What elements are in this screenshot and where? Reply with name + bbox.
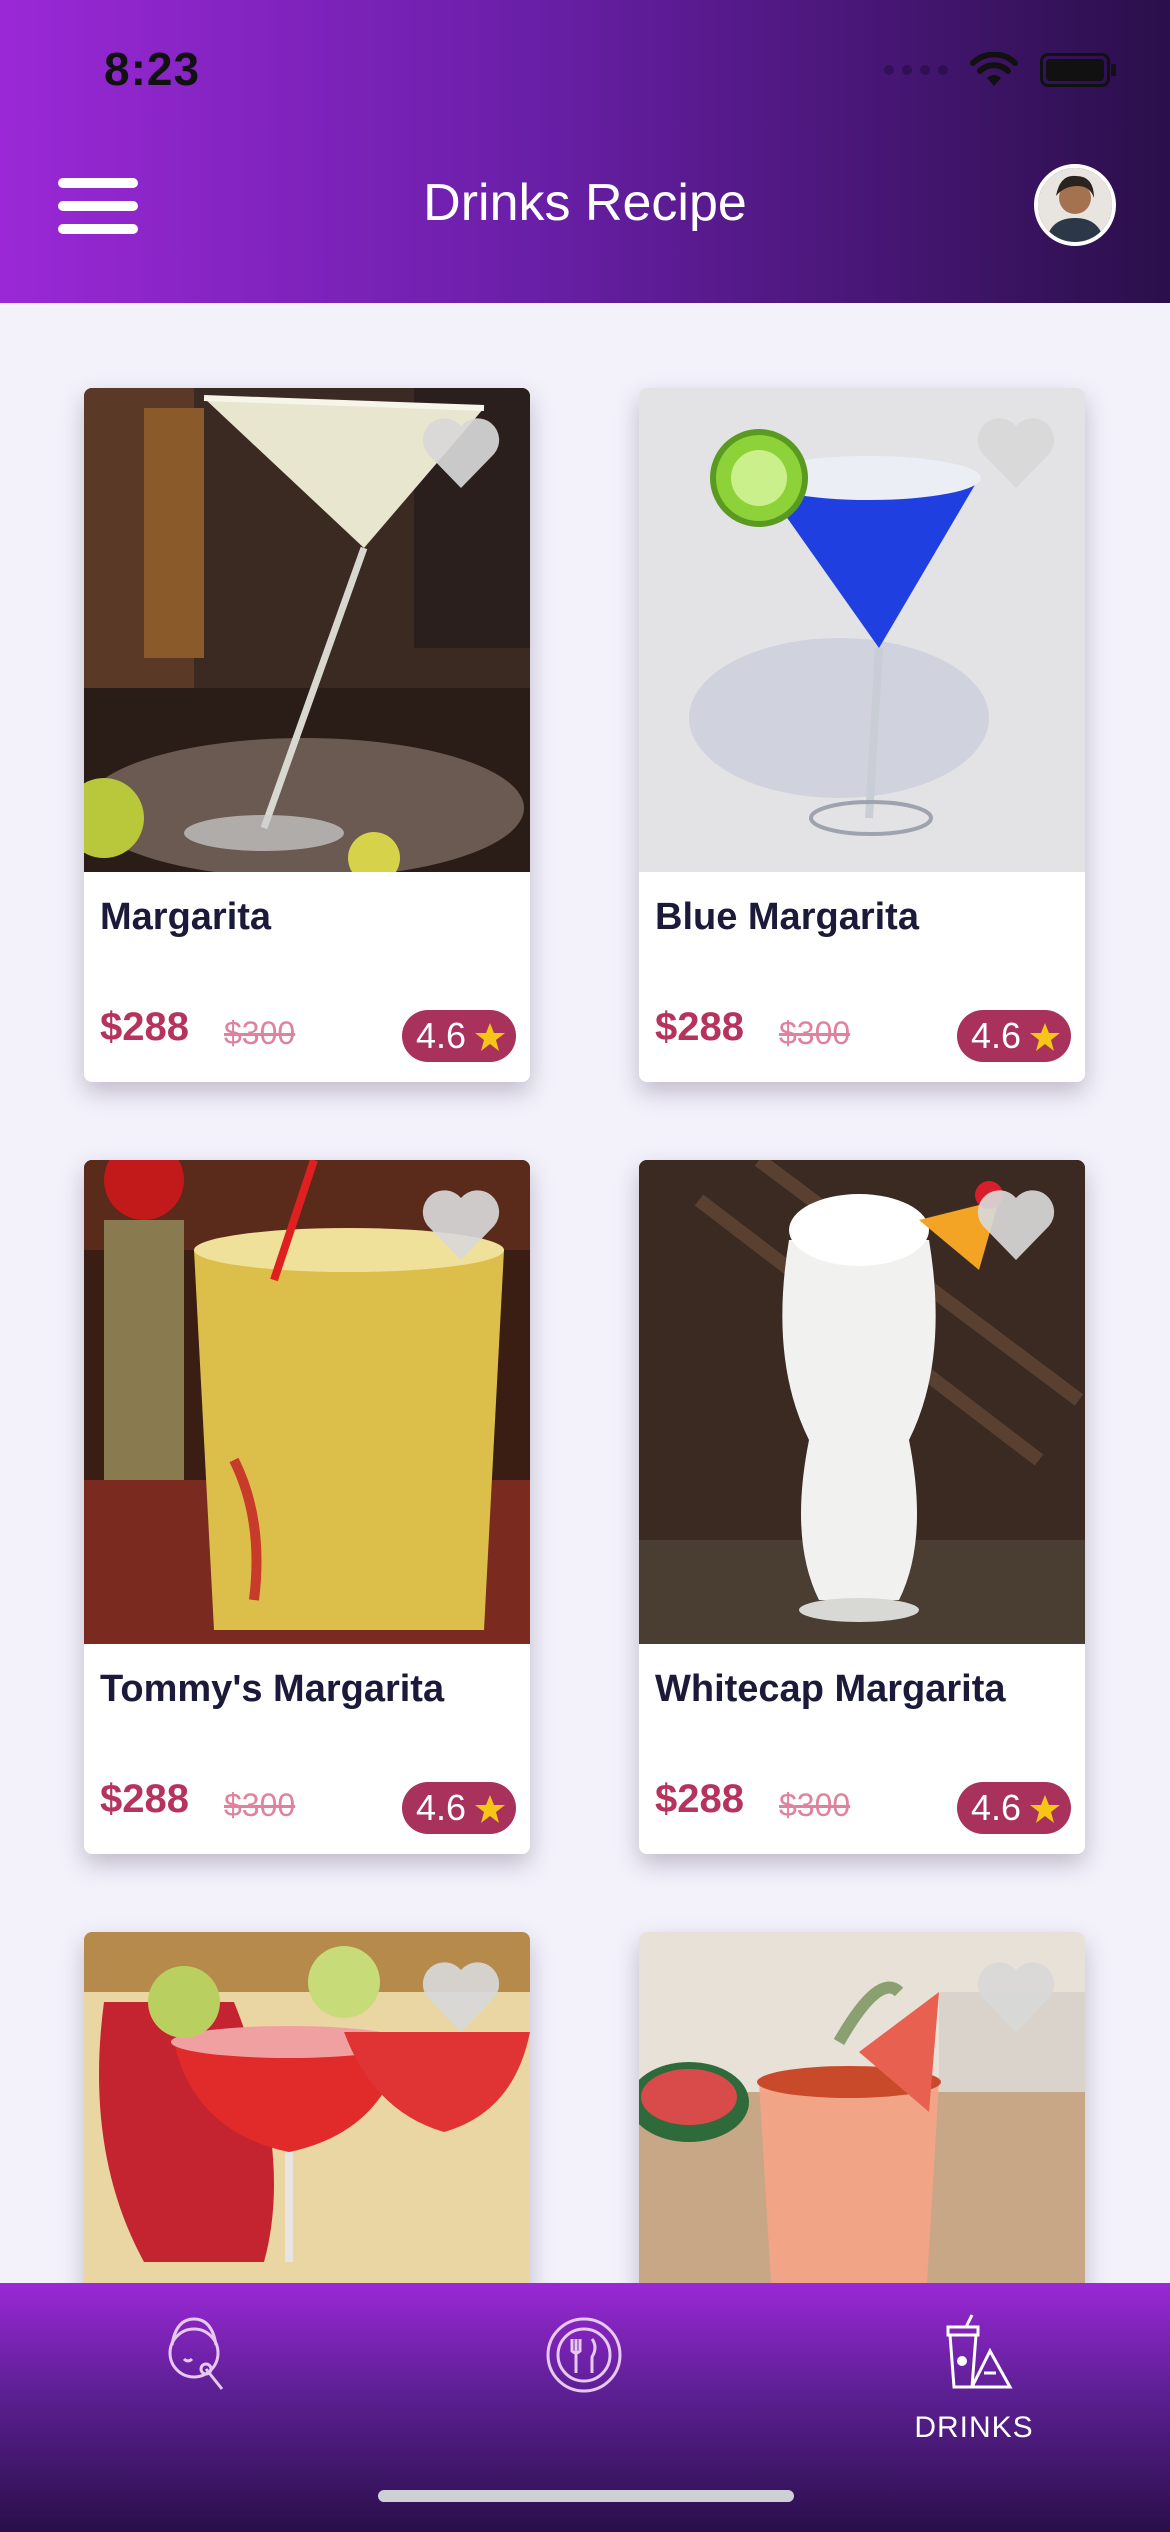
favorite-heart-icon[interactable] <box>420 416 502 490</box>
avatar[interactable] <box>1034 164 1116 246</box>
nav-item-drinks[interactable]: DRINKS <box>884 2303 1064 2444</box>
rating-value: 4.6 <box>970 1015 1021 1056</box>
rating-value: 4.6 <box>415 1787 466 1828</box>
favorite-heart-icon[interactable] <box>420 1188 502 1262</box>
drink-title: Margarita <box>100 896 272 938</box>
drink-card[interactable] <box>639 1932 1085 2283</box>
home-indicator <box>378 2490 794 2502</box>
signal-icon <box>884 65 948 75</box>
face-icon <box>168 2317 224 2390</box>
price: $288 <box>655 1777 744 1821</box>
star-icon <box>475 1795 505 1823</box>
old-price: $300 <box>779 1015 851 1051</box>
drink-card-blue-margarita[interactable]: Blue Margarita $288 $300 4.6 <box>639 388 1085 1082</box>
favorite-heart-icon[interactable] <box>975 1188 1057 1262</box>
drinks-grid: Margarita $288 $300 4.6 Blue Margarita $… <box>0 303 1170 2283</box>
status-time: 8:23 <box>104 43 201 95</box>
page-title: Drinks Recipe <box>423 174 747 232</box>
price: $288 <box>100 1005 189 1049</box>
favorite-heart-icon[interactable] <box>420 1960 502 2034</box>
nav-item-food[interactable] <box>494 2303 674 2443</box>
rating-badge: 4.6 <box>956 1782 1071 1834</box>
drinks-icon <box>946 2314 1013 2389</box>
bottom-nav: DRINKS <box>0 2283 1170 2532</box>
drink-card-tommys-margarita[interactable]: Tommy's Margarita $288 $300 4.6 <box>84 1160 530 1854</box>
nav-label: DRINKS <box>914 2411 1034 2444</box>
price: $288 <box>655 1005 744 1049</box>
drink-card[interactable] <box>84 1932 530 2283</box>
rating-badge: 4.6 <box>401 1010 516 1062</box>
star-icon <box>1030 1023 1060 1051</box>
status-icons <box>884 52 1116 88</box>
wifi-icon <box>970 52 1018 86</box>
star-icon <box>1030 1795 1060 1823</box>
rating-badge: 4.6 <box>401 1782 516 1834</box>
old-price: $300 <box>779 1787 851 1823</box>
star-icon <box>475 1023 505 1051</box>
nav-item-beauty[interactable] <box>104 2303 284 2443</box>
old-price: $300 <box>224 1787 296 1823</box>
app-header: 8:23 Drinks Recipe <box>0 0 1170 303</box>
plate-utensils-icon <box>546 2317 622 2393</box>
favorite-heart-icon[interactable] <box>975 1960 1057 2034</box>
drink-card-margarita[interactable]: Margarita $288 $300 4.6 <box>84 388 530 1082</box>
rating-value: 4.6 <box>970 1787 1021 1828</box>
drink-title: Whitecap Margarita <box>655 1668 1006 1710</box>
rating-value: 4.6 <box>415 1015 466 1056</box>
battery-icon <box>1040 53 1116 87</box>
old-price: $300 <box>224 1015 296 1051</box>
drink-title: Blue Margarita <box>655 896 919 938</box>
price: $288 <box>100 1777 189 1821</box>
rating-badge: 4.6 <box>956 1010 1071 1062</box>
drink-card-whitecap-margarita[interactable]: Whitecap Margarita $288 $300 4.6 <box>639 1160 1085 1854</box>
favorite-heart-icon[interactable] <box>975 416 1057 490</box>
drink-title: Tommy's Margarita <box>100 1668 445 1710</box>
